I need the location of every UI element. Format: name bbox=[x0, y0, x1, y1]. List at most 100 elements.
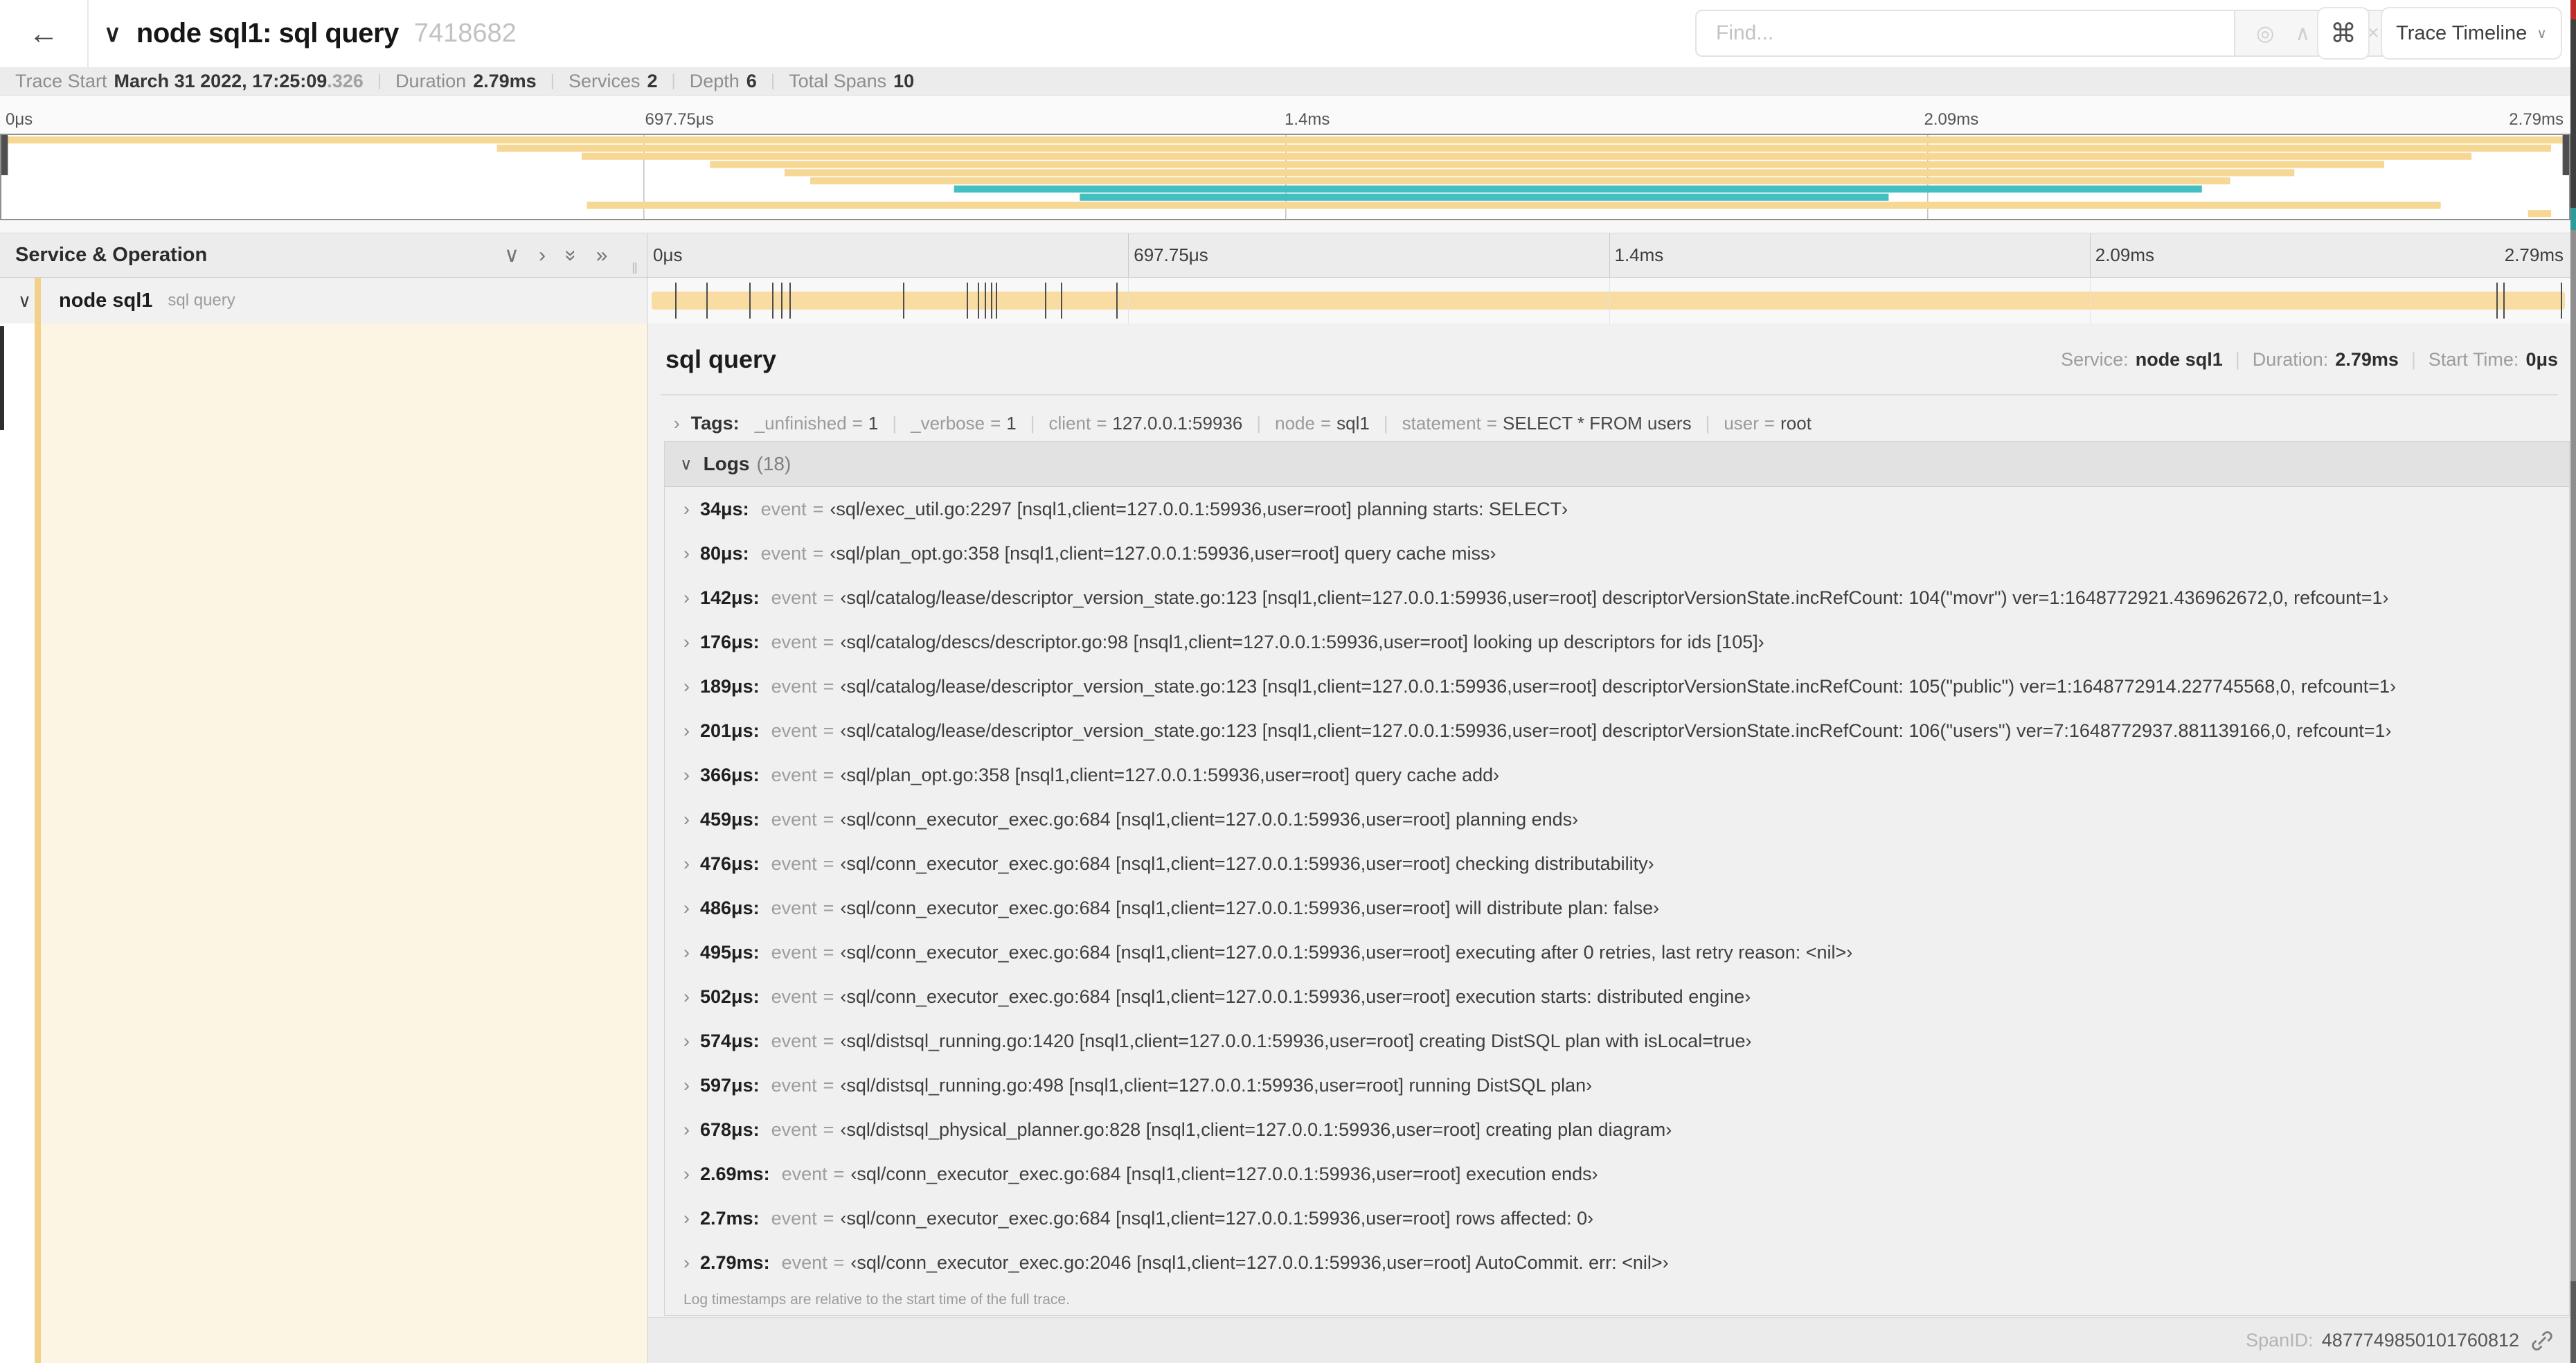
log-event-marker[interactable] bbox=[789, 283, 791, 319]
back-button[interactable]: ← bbox=[0, 0, 89, 67]
log-equals: = bbox=[823, 1030, 834, 1051]
log-row[interactable]: › 2.79ms: event = ‹sql/conn_executor_exec.go… bbox=[665, 1240, 2569, 1285]
log-event-marker[interactable] bbox=[1116, 283, 1118, 319]
link-icon[interactable] bbox=[2530, 1329, 2554, 1353]
log-row[interactable]: › 597μs: event = ‹sql/distsql_running.go:498… bbox=[665, 1063, 2569, 1107]
locate-icon[interactable]: ◎ bbox=[2256, 21, 2274, 46]
log-expand-icon[interactable]: › bbox=[683, 720, 690, 742]
log-row[interactable]: › 142μs: event = ‹sql/catalog/lease/descript… bbox=[665, 576, 2569, 620]
log-expand-icon[interactable]: › bbox=[683, 809, 690, 830]
log-event-marker[interactable] bbox=[902, 283, 904, 319]
tags-row[interactable]: › Tags: _unfinished = 1 | _verbose = 1 | client =… bbox=[674, 405, 1812, 441]
log-expand-icon[interactable]: › bbox=[683, 543, 690, 564]
tag-equals: = bbox=[1320, 412, 1332, 434]
log-event-marker[interactable] bbox=[2496, 283, 2498, 319]
timeline-minimap[interactable] bbox=[0, 134, 2570, 220]
log-event-marker[interactable] bbox=[978, 283, 980, 319]
left-scrollbar-thumb[interactable] bbox=[0, 326, 4, 430]
minimap-tick-label: 1.4ms bbox=[1285, 110, 1330, 129]
expand-one-icon[interactable]: › bbox=[539, 244, 546, 266]
log-expand-icon[interactable]: › bbox=[683, 676, 690, 697]
log-expand-icon[interactable]: › bbox=[683, 1119, 690, 1141]
log-expand-icon[interactable]: › bbox=[683, 942, 690, 963]
back-arrow-icon: ← bbox=[28, 16, 59, 51]
log-timestamp: 2.69ms: bbox=[700, 1163, 770, 1184]
minimap-right-handle bbox=[2562, 135, 2569, 175]
log-event-marker[interactable] bbox=[781, 283, 783, 319]
log-expand-icon[interactable]: › bbox=[683, 632, 690, 653]
log-event-marker[interactable] bbox=[991, 283, 993, 319]
log-event-marker[interactable] bbox=[2561, 283, 2563, 319]
minimap-span-bar bbox=[710, 161, 2385, 168]
logs-collapse-icon[interactable]: ∨ bbox=[680, 454, 692, 474]
log-expand-icon[interactable]: › bbox=[683, 898, 690, 919]
detail-divider bbox=[661, 394, 2558, 395]
collapse-trace-icon[interactable]: ∨ bbox=[104, 20, 121, 48]
column-resize-grip[interactable]: ‖ bbox=[632, 260, 639, 278]
log-row[interactable]: › 502μs: event = ‹sql/conn_executor_exec.go:… bbox=[665, 974, 2569, 1019]
log-expand-icon[interactable]: › bbox=[683, 1252, 690, 1274]
log-expand-icon[interactable]: › bbox=[683, 986, 690, 1008]
log-expand-icon[interactable]: › bbox=[683, 1164, 690, 1185]
tag-value: 127.0.0.1:59936 bbox=[1112, 412, 1243, 434]
window-edge-strip bbox=[2570, 0, 2576, 1363]
log-expand-icon[interactable]: › bbox=[683, 765, 690, 786]
log-equals: = bbox=[823, 631, 834, 652]
span-collapse-icon[interactable]: ∨ bbox=[18, 290, 31, 312]
log-row[interactable]: › 80μs: event = ‹sql/plan_opt.go:358 [nsql1,… bbox=[665, 531, 2569, 576]
collapse-all-icon[interactable]: » bbox=[560, 249, 582, 261]
log-event-marker[interactable] bbox=[749, 283, 751, 319]
span-id-value: 4877749850101760812 bbox=[2321, 1330, 2519, 1351]
log-event-marker[interactable] bbox=[706, 283, 708, 319]
log-field-key: event bbox=[771, 941, 817, 963]
log-expand-icon[interactable]: › bbox=[683, 1031, 690, 1052]
log-row[interactable]: › 34μs: event = ‹sql/exec_util.go:2297 [nsql… bbox=[665, 487, 2569, 531]
log-expand-icon[interactable]: › bbox=[683, 1208, 690, 1229]
log-event-marker[interactable] bbox=[1061, 283, 1063, 319]
log-row[interactable]: › 189μs: event = ‹sql/catalog/lease/descript… bbox=[665, 664, 2569, 709]
log-row[interactable]: › 201μs: event = ‹sql/catalog/lease/descript… bbox=[665, 709, 2569, 753]
span-duration-bar[interactable] bbox=[652, 292, 2565, 310]
log-row[interactable]: › 366μs: event = ‹sql/plan_opt.go:358 [nsql1… bbox=[665, 753, 2569, 797]
log-event-marker[interactable] bbox=[985, 283, 987, 319]
log-field-value: ‹sql/conn_executor_exec.go:684 [nsql1,cl… bbox=[840, 897, 1660, 918]
log-field-key: event bbox=[771, 853, 817, 874]
logs-header[interactable]: ∨ Logs (18) bbox=[665, 442, 2569, 487]
log-expand-icon[interactable]: › bbox=[683, 1075, 690, 1096]
span-color-stripe bbox=[35, 323, 41, 1363]
log-row[interactable]: › 495μs: event = ‹sql/conn_executor_exec.go:… bbox=[665, 930, 2569, 974]
log-expand-icon[interactable]: › bbox=[683, 587, 690, 609]
find-input[interactable] bbox=[1695, 10, 2234, 57]
log-expand-icon[interactable]: › bbox=[683, 853, 690, 875]
expand-all-icon[interactable]: » bbox=[596, 244, 608, 266]
log-row[interactable]: › 176μs: event = ‹sql/catalog/descs/descript… bbox=[665, 620, 2569, 664]
span-row-name-cell[interactable]: ∨ node sql1 sql query bbox=[0, 278, 647, 323]
log-row[interactable]: › 459μs: event = ‹sql/conn_executor_exec.go:… bbox=[665, 797, 2569, 841]
log-row[interactable]: › 2.7ms: event = ‹sql/conn_executor_exec.go:… bbox=[665, 1196, 2569, 1240]
prev-match-icon[interactable]: ∧ bbox=[2295, 21, 2310, 46]
keyboard-shortcuts-button[interactable]: ⌘ bbox=[2317, 7, 2370, 60]
log-event-marker[interactable] bbox=[2503, 283, 2505, 319]
log-row[interactable]: › 486μs: event = ‹sql/conn_executor_exec.go:… bbox=[665, 886, 2569, 930]
collapse-one-icon[interactable]: ∨ bbox=[504, 244, 519, 266]
detail-header: sql query Service: node sql1 | Duration: 2.7… bbox=[665, 340, 2558, 379]
span-service-name[interactable]: node sql1 bbox=[59, 289, 152, 312]
log-expand-icon[interactable]: › bbox=[683, 499, 690, 520]
log-event-marker[interactable] bbox=[772, 283, 774, 319]
log-equals: = bbox=[823, 1074, 834, 1096]
log-row[interactable]: › 476μs: event = ‹sql/conn_executor_exec.go:… bbox=[665, 841, 2569, 886]
log-row[interactable]: › 678μs: event = ‹sql/distsql_physical_plann… bbox=[665, 1107, 2569, 1152]
log-event-marker[interactable] bbox=[1045, 283, 1047, 319]
log-field-value: ‹sql/catalog/lease/descriptor_version_st… bbox=[840, 720, 2392, 741]
log-row[interactable]: › 2.69ms: event = ‹sql/conn_executor_exec.go… bbox=[665, 1152, 2569, 1196]
tags-expand-icon[interactable]: › bbox=[674, 413, 680, 434]
log-row[interactable]: › 574μs: event = ‹sql/distsql_running.go:142… bbox=[665, 1019, 2569, 1063]
meta-value: 2.79ms bbox=[2335, 348, 2399, 370]
log-event-marker[interactable] bbox=[674, 283, 677, 319]
trace-timeline-dropdown[interactable]: Trace Timeline ∨ bbox=[2381, 7, 2562, 60]
log-event-marker[interactable] bbox=[966, 283, 968, 319]
span-bar-track[interactable] bbox=[647, 278, 2570, 323]
log-field-value: ‹sql/distsql_physical_planner.go:828 [ns… bbox=[840, 1119, 1672, 1140]
log-event-marker[interactable] bbox=[996, 283, 998, 319]
tag-value: root bbox=[1780, 412, 1812, 434]
